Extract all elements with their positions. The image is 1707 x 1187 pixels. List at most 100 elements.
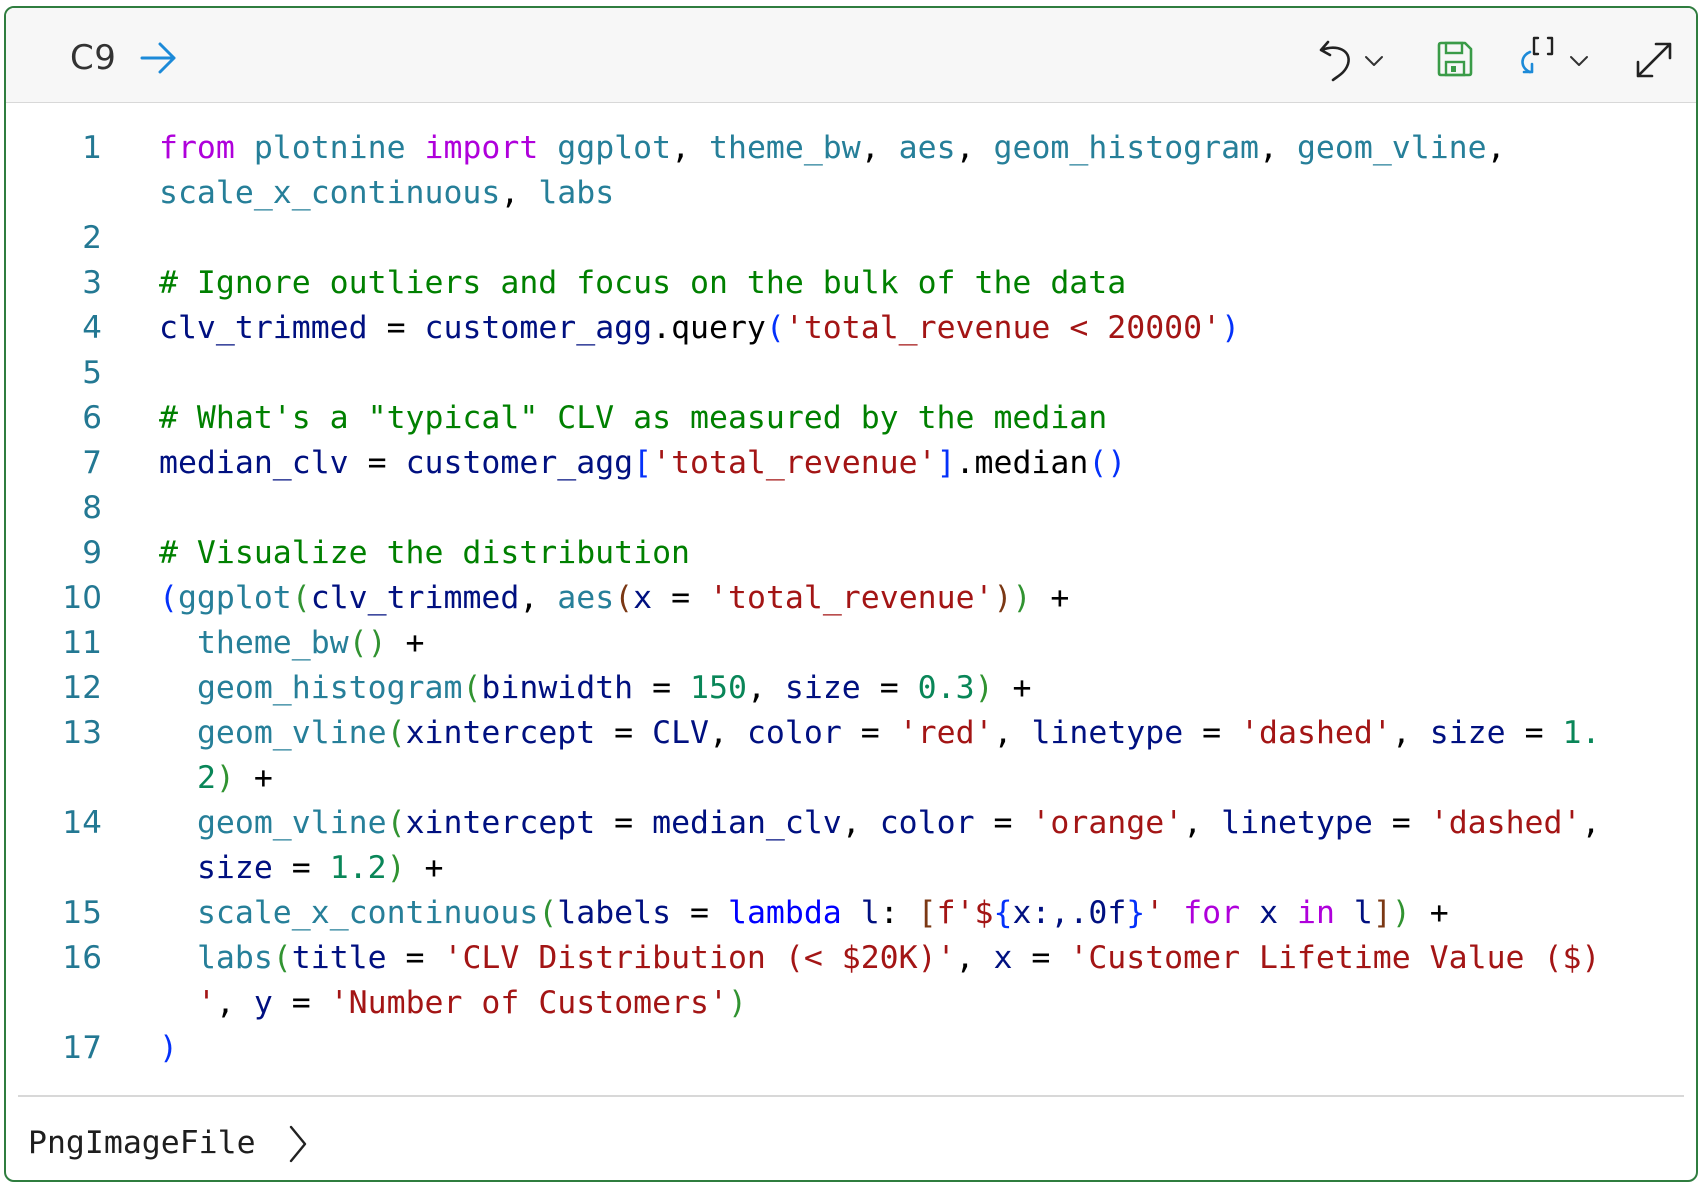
- code-token: ,: [860, 130, 899, 166]
- notebook-cell[interactable]: C9 1 from plotnine import ggplot, theme_…: [4, 6, 1698, 1182]
- code-token: :: [879, 895, 918, 931]
- code-token: ,: [500, 175, 539, 211]
- code-token: =: [652, 580, 710, 616]
- code-text: labs(title = 'CLV Distribution (< $20K)'…: [159, 936, 1600, 981]
- code-token: 'dashed': [1240, 715, 1392, 751]
- code-text: # What's a "typical" CLV as measured by …: [159, 396, 1107, 441]
- code-token: theme_bw: [709, 130, 861, 166]
- code-token: (): [1088, 445, 1127, 481]
- code-token: +: [405, 850, 444, 886]
- code-text: # Visualize the distribution: [159, 531, 690, 576]
- code-token: 2: [196, 760, 216, 796]
- save-icon[interactable]: [1436, 40, 1474, 78]
- code-token: ): [159, 1030, 178, 1066]
- code-token: plotnine: [253, 130, 406, 166]
- code-token: # Ignore outliers and focus on the bulk …: [159, 265, 1127, 301]
- refresh-variables-icon[interactable]: [1516, 34, 1566, 80]
- code-token: (: [159, 580, 178, 616]
- code-token: =: [595, 805, 653, 841]
- line-number: 17: [62, 1030, 102, 1066]
- code-text: geom_vline(xintercept = median_clv, colo…: [159, 801, 1600, 846]
- output-label: PngImageFile: [28, 1125, 256, 1161]
- code-token: {: [993, 895, 1013, 931]
- code-token: ): [1391, 895, 1411, 931]
- code-token: ): [386, 850, 406, 886]
- code-token: 'total_revenue': [709, 580, 994, 616]
- code-token: ,: [1183, 805, 1222, 841]
- code-token: l: [1353, 895, 1373, 931]
- code-token: ]: [1372, 895, 1392, 931]
- code-token: [: [917, 895, 937, 931]
- code-token: geom_vline: [196, 805, 387, 841]
- code-token: size: [784, 670, 861, 706]
- code-token: geom_histogram: [196, 670, 463, 706]
- code-text: (ggplot(clv_trimmed, aes(x = 'total_reve…: [159, 576, 1069, 621]
- code-token: (: [272, 940, 292, 976]
- code-token: y: [253, 985, 273, 1021]
- code-token: x:,.0f: [1012, 895, 1127, 931]
- code-token: .query: [652, 310, 766, 346]
- line-number: 14: [62, 805, 102, 841]
- line-number: 10: [62, 580, 102, 616]
- code-text: geom_histogram(binwidth = 150, size = 0.…: [159, 666, 1032, 711]
- code-token: +: [386, 625, 425, 661]
- cell-label: C9: [70, 38, 117, 78]
- code-token: labels: [557, 895, 672, 931]
- code-text: ', y = 'Number of Customers'): [159, 981, 747, 1026]
- line-number: 4: [82, 310, 102, 346]
- code-token: xintercept: [405, 805, 596, 841]
- expand-icon[interactable]: [1634, 40, 1674, 80]
- code-token: from: [159, 130, 235, 166]
- line-number: 15: [62, 895, 102, 931]
- code-token: ,: [1581, 805, 1601, 841]
- code-token: ggplot: [177, 580, 292, 616]
- output-divider: [18, 1095, 1684, 1097]
- code-token: =: [272, 985, 330, 1021]
- chevron-down-icon[interactable]: [1569, 54, 1589, 68]
- code-token: in: [1297, 895, 1335, 931]
- arrow-right-icon[interactable]: [140, 42, 178, 74]
- code-token: median_clv: [652, 805, 842, 841]
- code-token: customer_agg: [424, 310, 653, 346]
- chevron-right-icon[interactable]: [288, 1124, 308, 1164]
- code-text: scale_x_continuous, labs: [159, 171, 614, 216]
- code-token: =: [841, 715, 899, 751]
- chevron-down-icon[interactable]: [1364, 54, 1384, 68]
- code-token: scale_x_continuous: [159, 175, 501, 211]
- line-number: 11: [62, 625, 102, 661]
- code-token: ,: [1486, 130, 1506, 166]
- code-token: for: [1183, 895, 1241, 931]
- code-token: [: [633, 445, 653, 481]
- code-token: ,: [1391, 715, 1430, 751]
- code-token: (: [291, 580, 311, 616]
- line-number: 2: [82, 220, 102, 256]
- code-token: 1.: [1562, 715, 1601, 751]
- line-number: 8: [82, 490, 102, 526]
- code-token: (: [386, 715, 406, 751]
- code-token: clv_trimmed: [159, 310, 368, 346]
- code-token: # What's a "typical" CLV as measured by …: [159, 400, 1108, 436]
- code-token: x: [993, 940, 1013, 976]
- cell-toolbar: C9: [6, 8, 1696, 103]
- code-token: +: [1410, 895, 1449, 931]
- code-token: 'orange': [1031, 805, 1184, 841]
- code-token: (): [348, 625, 387, 661]
- code-token: ,: [955, 130, 994, 166]
- undo-icon[interactable]: [1318, 38, 1356, 82]
- code-token: ): [1012, 580, 1032, 616]
- code-token: ,: [671, 130, 710, 166]
- code-token: =: [386, 940, 444, 976]
- code-token: ): [215, 760, 235, 796]
- code-token: .median: [955, 445, 1089, 481]
- code-token: x: [633, 580, 653, 616]
- code-text: size = 1.2) +: [159, 846, 444, 891]
- code-token: 'Customer Lifetime Value ($): [1069, 940, 1601, 976]
